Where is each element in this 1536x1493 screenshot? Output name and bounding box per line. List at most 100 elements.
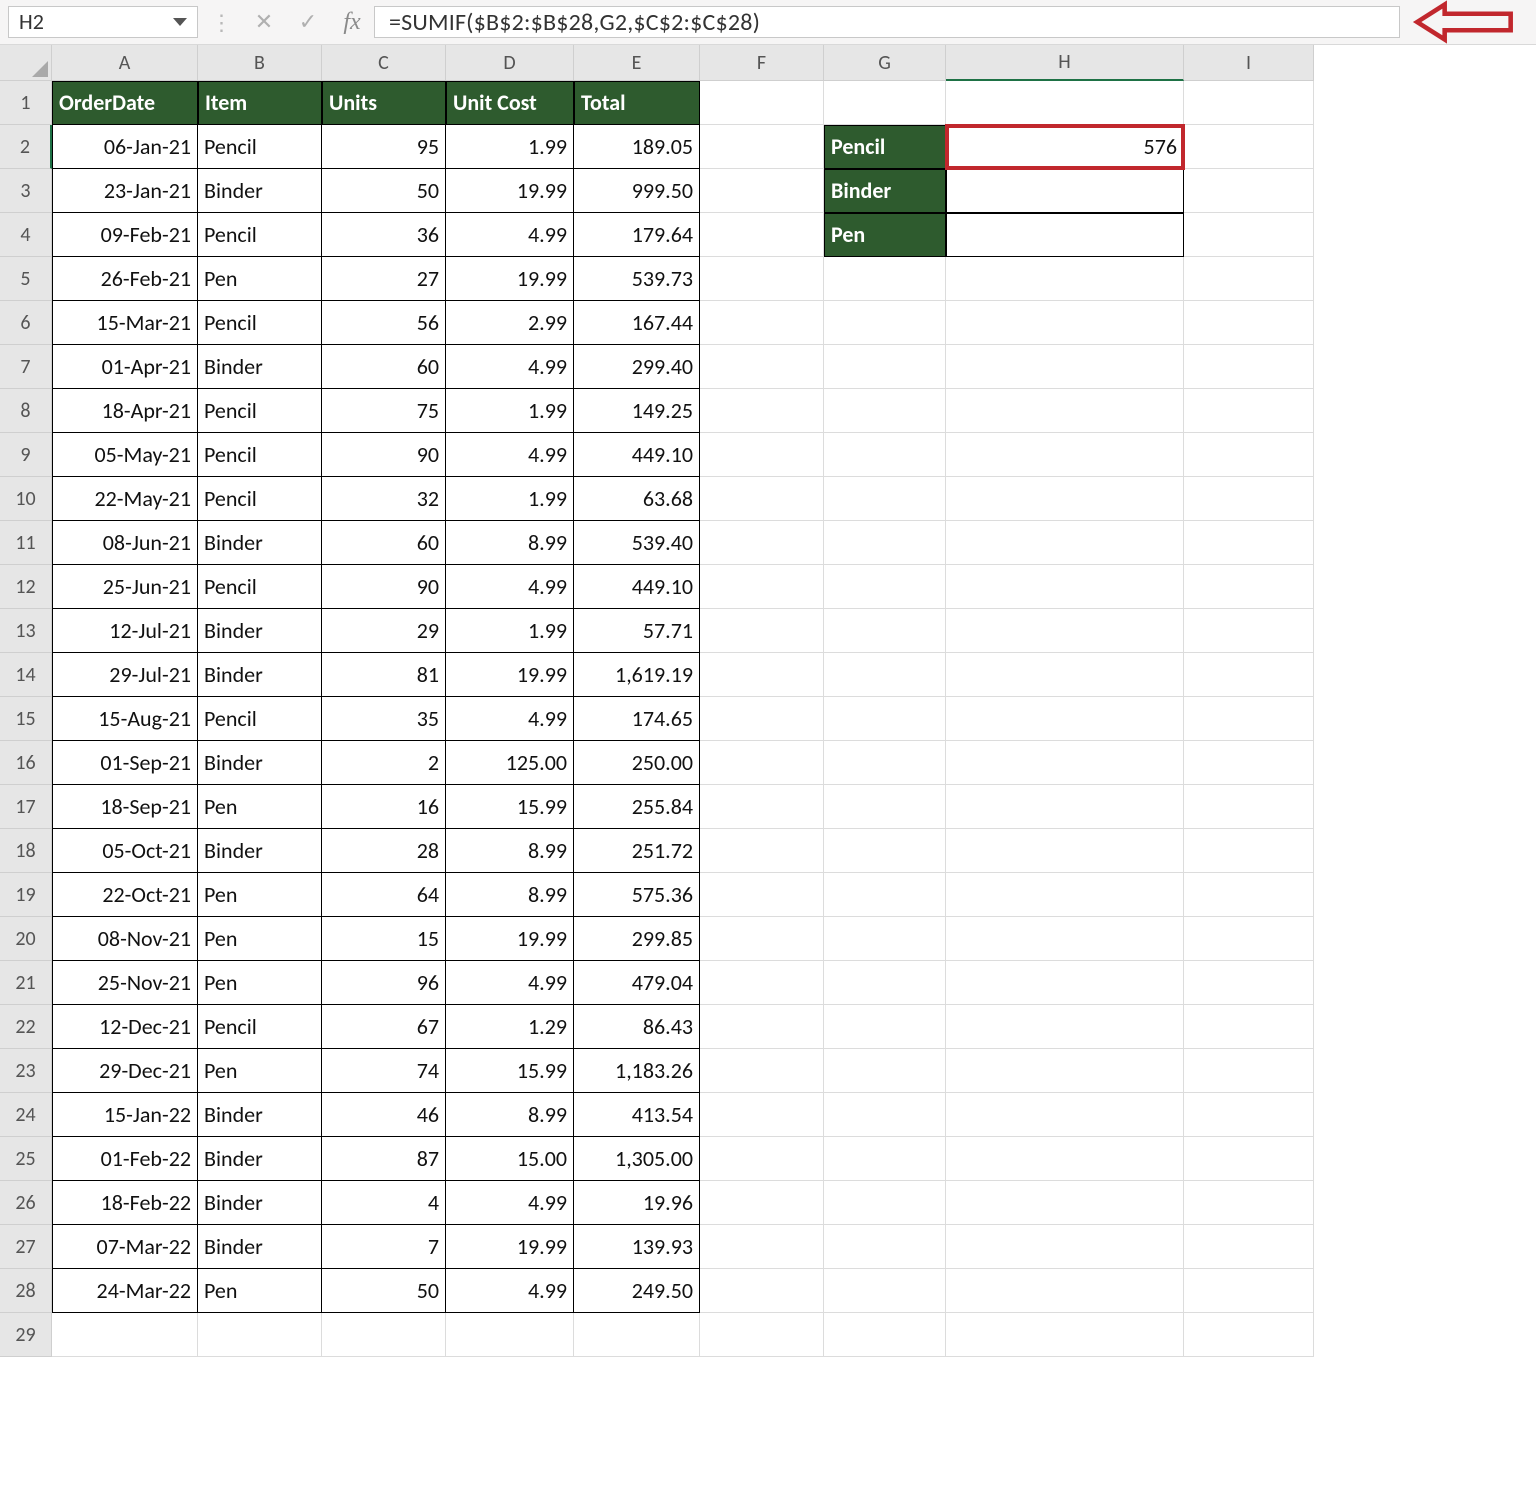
cell[interactable] bbox=[700, 873, 824, 917]
summary-value[interactable]: 576 bbox=[946, 125, 1184, 169]
cell[interactable] bbox=[700, 1049, 824, 1093]
table-cell[interactable]: Binder bbox=[198, 829, 322, 873]
table-header[interactable]: Units bbox=[322, 81, 446, 125]
col-header[interactable]: F bbox=[700, 45, 824, 81]
row-header[interactable]: 25 bbox=[0, 1137, 52, 1181]
cell[interactable] bbox=[946, 1093, 1184, 1137]
table-cell[interactable]: 1.99 bbox=[446, 609, 574, 653]
table-cell[interactable]: 50 bbox=[322, 1269, 446, 1313]
table-cell[interactable]: Binder bbox=[198, 653, 322, 697]
cell[interactable] bbox=[1184, 81, 1314, 125]
cell[interactable] bbox=[700, 1005, 824, 1049]
table-cell[interactable]: 19.99 bbox=[446, 917, 574, 961]
table-cell[interactable]: 8.99 bbox=[446, 521, 574, 565]
cell[interactable] bbox=[946, 257, 1184, 301]
cell[interactable] bbox=[1184, 169, 1314, 213]
row-header[interactable]: 4 bbox=[0, 213, 52, 257]
table-cell[interactable]: 24-Mar-22 bbox=[52, 1269, 198, 1313]
table-cell[interactable]: 149.25 bbox=[574, 389, 700, 433]
cell[interactable] bbox=[1184, 257, 1314, 301]
table-cell[interactable]: 22-May-21 bbox=[52, 477, 198, 521]
cell[interactable] bbox=[1184, 565, 1314, 609]
table-cell[interactable]: 27 bbox=[322, 257, 446, 301]
table-cell[interactable]: 08-Nov-21 bbox=[52, 917, 198, 961]
cell[interactable] bbox=[946, 1005, 1184, 1049]
cell[interactable] bbox=[574, 1313, 700, 1357]
cell[interactable] bbox=[946, 653, 1184, 697]
cell[interactable] bbox=[1184, 1137, 1314, 1181]
cell[interactable] bbox=[1184, 609, 1314, 653]
cell[interactable] bbox=[1184, 433, 1314, 477]
table-cell[interactable]: 26-Feb-21 bbox=[52, 257, 198, 301]
table-cell[interactable]: 4.99 bbox=[446, 1181, 574, 1225]
row-header[interactable]: 16 bbox=[0, 741, 52, 785]
table-cell[interactable]: 96 bbox=[322, 961, 446, 1005]
table-cell[interactable]: 23-Jan-21 bbox=[52, 169, 198, 213]
cell[interactable] bbox=[1184, 1225, 1314, 1269]
table-cell[interactable]: 05-May-21 bbox=[52, 433, 198, 477]
cell[interactable] bbox=[1184, 345, 1314, 389]
row-header[interactable]: 7 bbox=[0, 345, 52, 389]
table-cell[interactable]: 4.99 bbox=[446, 433, 574, 477]
table-cell[interactable]: 64 bbox=[322, 873, 446, 917]
cell[interactable] bbox=[1184, 1049, 1314, 1093]
cell[interactable] bbox=[1184, 829, 1314, 873]
cell[interactable] bbox=[1184, 301, 1314, 345]
cell[interactable] bbox=[946, 1225, 1184, 1269]
table-cell[interactable]: 2 bbox=[322, 741, 446, 785]
row-header[interactable]: 5 bbox=[0, 257, 52, 301]
table-cell[interactable]: 4.99 bbox=[446, 697, 574, 741]
col-header[interactable]: I bbox=[1184, 45, 1314, 81]
cell[interactable] bbox=[824, 1181, 946, 1225]
table-cell[interactable]: 29 bbox=[322, 609, 446, 653]
cancel-icon[interactable]: ✕ bbox=[246, 6, 282, 38]
cell[interactable] bbox=[1184, 785, 1314, 829]
table-cell[interactable]: 299.40 bbox=[574, 345, 700, 389]
table-cell[interactable]: Pen bbox=[198, 1269, 322, 1313]
cell[interactable] bbox=[946, 433, 1184, 477]
cell[interactable] bbox=[1184, 1093, 1314, 1137]
table-header[interactable]: Item bbox=[198, 81, 322, 125]
table-cell[interactable]: Binder bbox=[198, 345, 322, 389]
table-cell[interactable]: 18-Apr-21 bbox=[52, 389, 198, 433]
summary-value[interactable] bbox=[946, 213, 1184, 257]
row-header[interactable]: 21 bbox=[0, 961, 52, 1005]
table-cell[interactable]: 56 bbox=[322, 301, 446, 345]
cell[interactable] bbox=[1184, 521, 1314, 565]
cell[interactable] bbox=[946, 829, 1184, 873]
cell[interactable] bbox=[700, 785, 824, 829]
cell[interactable] bbox=[946, 917, 1184, 961]
cell[interactable] bbox=[946, 609, 1184, 653]
name-box[interactable]: H2 bbox=[8, 6, 198, 38]
cell[interactable] bbox=[700, 433, 824, 477]
cell[interactable] bbox=[824, 477, 946, 521]
table-cell[interactable]: 01-Feb-22 bbox=[52, 1137, 198, 1181]
cell[interactable] bbox=[946, 345, 1184, 389]
table-cell[interactable]: Binder bbox=[198, 1137, 322, 1181]
dropdown-caret-icon[interactable] bbox=[173, 18, 187, 26]
cell[interactable] bbox=[946, 1049, 1184, 1093]
cell[interactable] bbox=[946, 1181, 1184, 1225]
cell[interactable] bbox=[824, 873, 946, 917]
table-cell[interactable]: 449.10 bbox=[574, 433, 700, 477]
table-cell[interactable]: 05-Oct-21 bbox=[52, 829, 198, 873]
cell[interactable] bbox=[946, 81, 1184, 125]
col-header[interactable]: A bbox=[52, 45, 198, 81]
table-cell[interactable]: 1,305.00 bbox=[574, 1137, 700, 1181]
table-cell[interactable]: 57.71 bbox=[574, 609, 700, 653]
row-header[interactable]: 10 bbox=[0, 477, 52, 521]
cell[interactable] bbox=[1184, 213, 1314, 257]
table-cell[interactable]: 539.40 bbox=[574, 521, 700, 565]
table-cell[interactable]: 67 bbox=[322, 1005, 446, 1049]
row-header[interactable]: 6 bbox=[0, 301, 52, 345]
cell[interactable] bbox=[824, 917, 946, 961]
cell[interactable] bbox=[946, 741, 1184, 785]
table-cell[interactable]: Pencil bbox=[198, 213, 322, 257]
row-header[interactable]: 2 bbox=[0, 125, 52, 169]
table-cell[interactable]: Pen bbox=[198, 785, 322, 829]
table-header[interactable]: OrderDate bbox=[52, 81, 198, 125]
cell[interactable] bbox=[1184, 741, 1314, 785]
table-cell[interactable]: 63.68 bbox=[574, 477, 700, 521]
table-cell[interactable]: 19.99 bbox=[446, 1225, 574, 1269]
table-cell[interactable]: 06-Jan-21 bbox=[52, 125, 198, 169]
